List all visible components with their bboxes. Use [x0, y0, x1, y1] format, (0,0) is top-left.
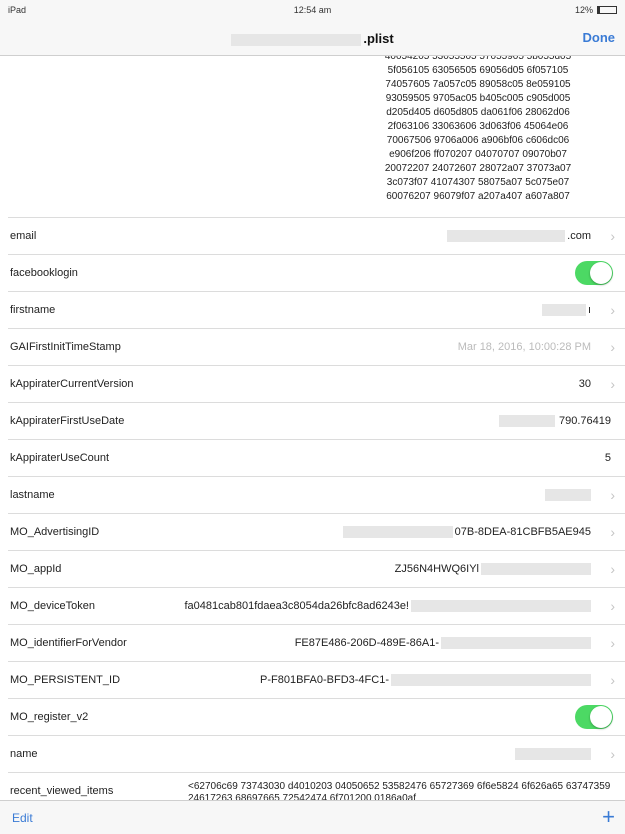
row-value: ı: [541, 304, 591, 317]
row-value: [545, 489, 591, 502]
row-value: FE87E486-206D-489E-86A1-: [295, 637, 591, 650]
status-indicators: 12%: [575, 5, 617, 15]
row-mo-advertisingid[interactable]: MO_AdvertisingID 07B-8DEA-81CBFB5AE945 ›: [8, 513, 625, 550]
hex-line: 40054205 53055505 57055905 5b055d05: [384, 56, 572, 62]
row-value: 5: [604, 452, 611, 464]
row-firstname[interactable]: firstname ı ›: [8, 291, 625, 328]
row-key: kAppiraterUseCount: [10, 452, 110, 464]
clock: 12:54 am: [293, 5, 332, 15]
title-suffix: .plist: [363, 31, 394, 46]
row-email[interactable]: email .com ›: [8, 217, 625, 254]
row-lastname[interactable]: lastname ›: [8, 476, 625, 513]
row-key: MO_deviceToken: [10, 600, 95, 612]
hex-line: 74057605 7a057c05 89058c05 8e059105: [385, 79, 571, 90]
row-value: ZJ56N4HWQ6IYl: [395, 563, 591, 576]
row-kappiratercurrentversion[interactable]: kAppiraterCurrentVersion 30 ›: [8, 365, 625, 402]
row-key: MO_appId: [10, 563, 62, 575]
row-gaifirstinittimestamp[interactable]: GAIFirstInitTimeStamp Mar 18, 2016, 10:0…: [8, 328, 625, 365]
add-icon[interactable]: +: [602, 804, 615, 830]
row-value: P-F801BFA0-BFD3-4FC1-: [260, 674, 591, 687]
row-kappiraterusecount[interactable]: kAppiraterUseCount 5: [8, 439, 625, 476]
done-button[interactable]: Done: [583, 30, 616, 45]
redacted-value: [342, 526, 453, 539]
redacted-value: [541, 304, 586, 317]
row-key: facebooklogin: [10, 267, 78, 279]
chevron-right-icon: ›: [610, 672, 615, 688]
row-facebooklogin: facebooklogin: [8, 254, 625, 291]
redacted-value: [391, 674, 591, 687]
bottom-toolbar: Edit +: [0, 800, 625, 834]
redacted-value: [481, 563, 591, 576]
chevron-right-icon: ›: [610, 635, 615, 651]
hex-line: 70067506 9706a006 a906bf06 c606dc06: [386, 135, 570, 146]
chevron-right-icon: ›: [610, 524, 615, 540]
hex-line: 93059505 9705ac05 b405c005 c905d005: [385, 93, 571, 104]
navigation-bar: .plist Done: [0, 20, 625, 56]
row-mo-register-v2: MO_register_v2: [8, 698, 625, 735]
chevron-right-icon: ›: [610, 228, 615, 244]
plist-table: email .com › facebooklogin firstname ı ›…: [0, 217, 625, 808]
chevron-right-icon: ›: [610, 376, 615, 392]
redacted-value: [515, 748, 591, 761]
row-key: recent_viewed_items: [10, 785, 114, 797]
row-value: [515, 748, 591, 761]
page-title: .plist: [0, 31, 625, 46]
row-key: MO_identifierForVendor: [10, 637, 127, 649]
row-name[interactable]: name ›: [8, 735, 625, 772]
redacted-value: [447, 230, 566, 243]
redacted-value: [411, 600, 591, 613]
chevron-right-icon: ›: [610, 339, 615, 355]
row-key: MO_PERSISTENT_ID: [10, 674, 121, 686]
redacted-value: [545, 489, 591, 502]
battery-icon: [597, 6, 617, 14]
hex-line: 3c073f07 41074307 58075a07 5c075e07: [386, 177, 570, 188]
row-key: email: [10, 230, 37, 242]
redacted-value: [499, 415, 555, 428]
hex-data: 40054205 53055505 57055905 5b055d05 5f05…: [343, 56, 613, 204]
data-value-block: 40054205 53055505 57055905 5b055d05 5f05…: [0, 56, 625, 217]
row-mo-appid[interactable]: MO_appId ZJ56N4HWQ6IYl ›: [8, 550, 625, 587]
redacted-filename: [231, 33, 362, 46]
battery-percent: 12%: [574, 5, 593, 15]
row-value: Mar 18, 2016, 10:00:28 PM: [457, 341, 591, 353]
row-value: 790.76419: [499, 415, 611, 428]
row-key: MO_register_v2: [10, 711, 89, 723]
row-key: MO_AdvertisingID: [10, 526, 100, 538]
chevron-right-icon: ›: [610, 302, 615, 318]
row-key: GAIFirstInitTimeStamp: [10, 341, 121, 353]
edit-button[interactable]: Edit: [12, 811, 33, 825]
row-mo-identifierforvendor[interactable]: MO_identifierForVendor FE87E486-206D-489…: [8, 624, 625, 661]
chevron-right-icon: ›: [610, 598, 615, 614]
hex-line: e906f206 ff070207 04070707 09070b07: [389, 149, 567, 160]
row-key: lastname: [10, 489, 55, 501]
redacted-value: [441, 637, 591, 650]
row-key: name: [10, 748, 38, 760]
mo-register-v2-toggle[interactable]: [575, 705, 613, 729]
row-key: firstname: [10, 304, 56, 316]
hex-line: d205d405 d605d805 da061f06 28062d06: [386, 107, 570, 118]
row-value: .com: [447, 230, 591, 243]
chevron-right-icon: ›: [610, 746, 615, 762]
toggle-knob: [590, 706, 612, 728]
facebooklogin-toggle[interactable]: [575, 261, 613, 285]
status-bar: iPad 12:54 am 12%: [0, 0, 625, 20]
row-key: kAppiraterFirstUseDate: [10, 415, 125, 427]
row-mo-persistent-id[interactable]: MO_PERSISTENT_ID P-F801BFA0-BFD3-4FC1- ›: [8, 661, 625, 698]
hex-line: 60076207 96079f07 a207a407 a607a807: [386, 191, 570, 202]
hex-line: 2f063106 33063606 3d063f06 45064e06: [387, 121, 569, 132]
row-value: 30: [578, 378, 591, 390]
row-mo-devicetoken[interactable]: MO_deviceToken fa0481cab801fdaea3c8054da…: [8, 587, 625, 624]
row-key: kAppiraterCurrentVersion: [10, 378, 134, 390]
toggle-knob: [590, 262, 612, 284]
hex-line: 5f056105 63056505 69056d05 6f057105: [387, 65, 569, 76]
hex-line: 20072207 24072607 28072a07 37073a07: [384, 163, 572, 174]
row-kappiraterfirstusedate[interactable]: kAppiraterFirstUseDate 790.76419: [8, 402, 625, 439]
row-value: fa0481cab801fdaea3c8054da26bfc8ad6243e!: [185, 600, 591, 613]
chevron-right-icon: ›: [610, 561, 615, 577]
row-value: 07B-8DEA-81CBFB5AE945: [342, 526, 591, 539]
chevron-right-icon: ›: [610, 487, 615, 503]
